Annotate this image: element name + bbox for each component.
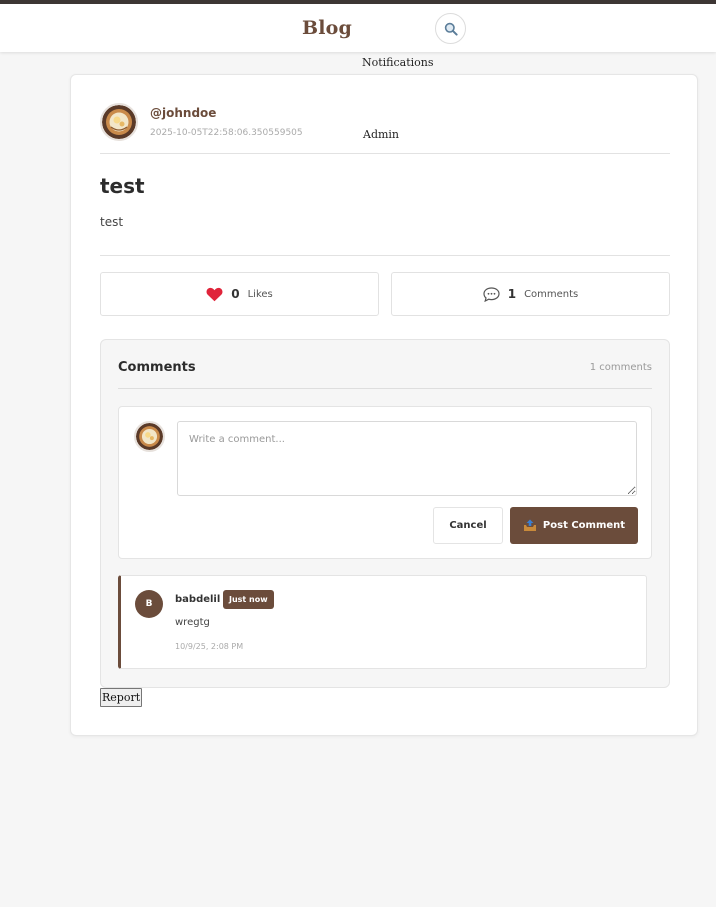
commenter-name[interactable]: babdelil xyxy=(175,594,220,605)
likes-label: Likes xyxy=(247,288,273,300)
comments-count-label: 1 comments xyxy=(589,362,652,373)
report-button[interactable]: Report xyxy=(100,688,143,707)
body-divider xyxy=(100,255,670,256)
post-body: test xyxy=(100,215,124,229)
outbox-tray-icon xyxy=(523,519,537,532)
food-photo-avatar-icon xyxy=(102,105,136,139)
author-username[interactable]: @johndoe xyxy=(150,106,216,120)
search-icon xyxy=(444,22,458,36)
cancel-button[interactable]: Cancel xyxy=(433,507,503,544)
author-role: Admin xyxy=(363,128,400,141)
comments-count: 1 xyxy=(507,287,517,301)
likes-count: 0 xyxy=(231,287,240,301)
post-comment-label: Post Comment xyxy=(542,520,626,531)
comments-heading: Comments xyxy=(118,360,196,375)
comments-toggle-button[interactable]: 1 Comments xyxy=(391,272,670,316)
header-divider xyxy=(100,153,670,154)
brand-logo-text[interactable]: Blog xyxy=(302,17,352,39)
comments-label: Comments xyxy=(524,288,579,300)
comment-item: B babdelil Just now wregtg 10/9/25, 2:08… xyxy=(118,575,647,669)
food-photo-avatar-icon xyxy=(136,423,163,450)
search-button[interactable] xyxy=(435,13,466,44)
current-user-avatar xyxy=(134,421,165,452)
comments-divider xyxy=(118,388,652,389)
post-timestamp: 2025-10-05T22:58:06.350559505 xyxy=(150,128,303,138)
post-card: @johndoe 2025-10-05T22:58:06.350559505 A… xyxy=(70,74,698,736)
top-navbar: Blog xyxy=(0,0,716,52)
heart-icon xyxy=(206,287,223,302)
comment-time-badge: Just now xyxy=(223,590,274,609)
comments-section: Comments 1 comments Cancel xyxy=(100,339,670,688)
speech-bubble-icon xyxy=(483,286,500,302)
comment-input[interactable] xyxy=(177,421,637,496)
notifications-link[interactable]: Notifications xyxy=(362,56,434,69)
post-comment-button[interactable]: Post Comment xyxy=(510,507,638,544)
commenter-avatar[interactable]: B xyxy=(135,590,163,618)
comment-text: wregtg xyxy=(175,617,210,628)
post-title: test xyxy=(100,174,145,198)
author-avatar[interactable] xyxy=(100,103,138,141)
comment-compose-form: Cancel Post Comment xyxy=(118,406,652,559)
like-button[interactable]: 0 Likes xyxy=(100,272,379,316)
comment-timestamp: 10/9/25, 2:08 PM xyxy=(175,642,244,651)
